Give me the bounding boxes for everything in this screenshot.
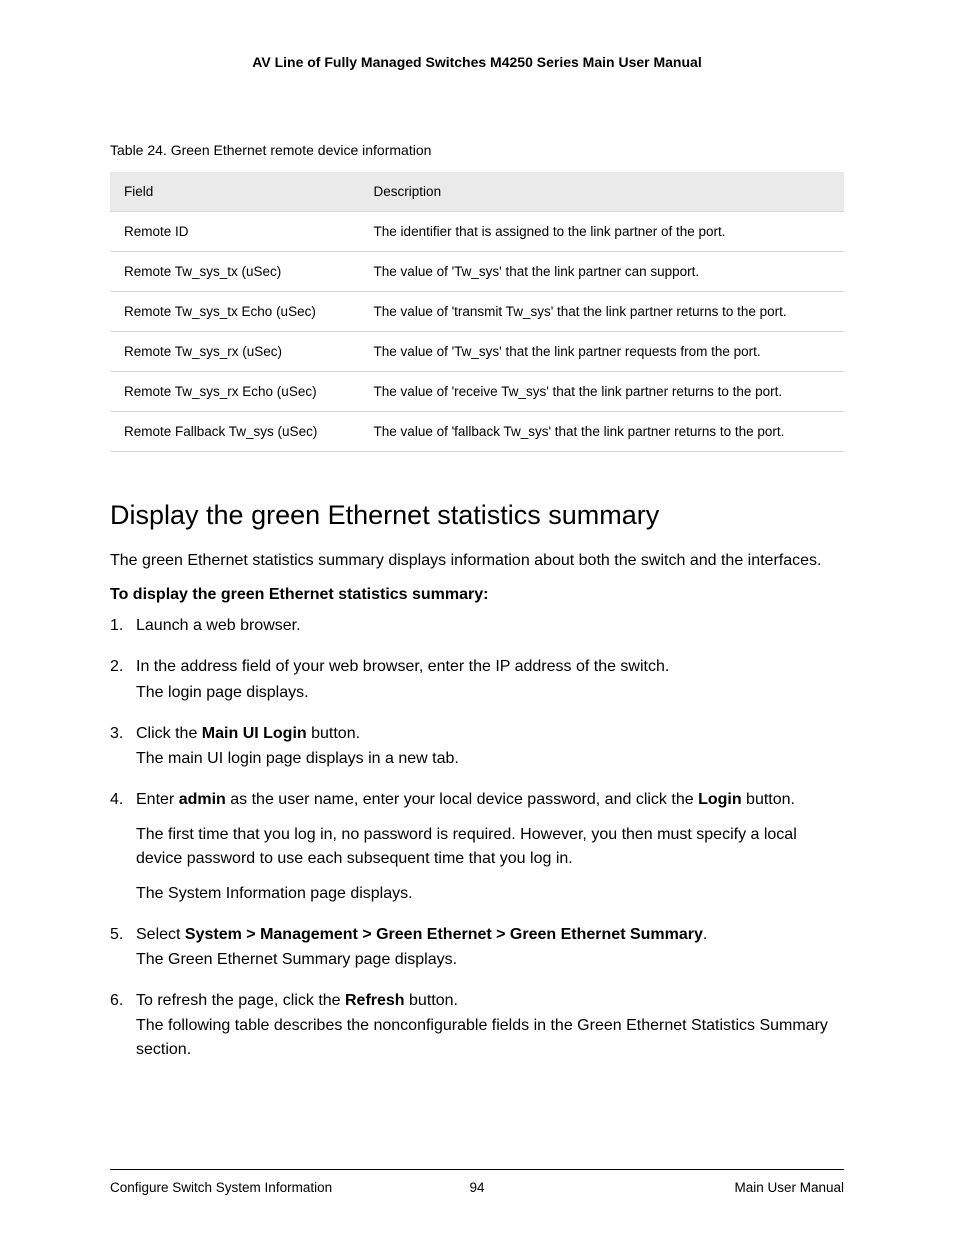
cell-desc: The value of 'transmit Tw_sys' that the … [360,292,844,332]
cell-field: Remote Tw_sys_rx (uSec) [110,332,360,372]
text-fragment: Enter [136,791,179,808]
step-text: In the address field of your web browser… [136,655,844,678]
cell-field: Remote Tw_sys_tx (uSec) [110,252,360,292]
text-fragment: Click the [136,725,202,742]
bold-text: Login [698,791,742,808]
procedure-heading: To display the green Ethernet statistics… [110,586,844,604]
page-number: 94 [110,1180,844,1195]
device-info-table: Field Description Remote IDThe identifie… [110,172,844,452]
step-subtext: The login page displays. [136,681,844,704]
step-5: Select System > Management > Green Ether… [110,923,844,971]
bold-text: admin [179,791,226,808]
text-fragment: Select [136,926,185,943]
step-text: Select System > Management > Green Ether… [136,923,844,946]
cell-field: Remote Tw_sys_tx Echo (uSec) [110,292,360,332]
step-1: Launch a web browser. [110,614,844,637]
text-fragment: button. [742,791,795,808]
step-subtext: The following table describes the noncon… [136,1014,844,1060]
step-text: To refresh the page, click the Refresh b… [136,989,844,1012]
cell-field: Remote Tw_sys_rx Echo (uSec) [110,372,360,412]
section-intro: The green Ethernet statistics summary di… [110,549,844,572]
step-subtext: The main UI login page displays in a new… [136,747,844,770]
cell-field: Remote Fallback Tw_sys (uSec) [110,412,360,452]
cell-desc: The value of 'fallback Tw_sys' that the … [360,412,844,452]
text-fragment: as the user name, enter your local devic… [226,791,698,808]
step-text: Enter admin as the user name, enter your… [136,788,844,811]
step-text: Click the Main UI Login button. [136,722,844,745]
text-fragment: button. [405,992,458,1009]
table-row: Remote Tw_sys_rx Echo (uSec)The value of… [110,372,844,412]
step-text: Launch a web browser. [136,614,844,637]
bold-text: Main UI Login [202,725,307,742]
text-fragment: button. [307,725,360,742]
table-row: Remote IDThe identifier that is assigned… [110,212,844,252]
page-footer: 94 Configure Switch System Information M… [110,1169,844,1195]
bold-text: Refresh [345,992,405,1009]
table-header-field: Field [110,172,360,212]
table-row: Remote Tw_sys_tx (uSec)The value of 'Tw_… [110,252,844,292]
text-fragment: To refresh the page, click the [136,992,345,1009]
cell-desc: The identifier that is assigned to the l… [360,212,844,252]
document-header: AV Line of Fully Managed Switches M4250 … [110,54,844,70]
step-paragraph: The first time that you log in, no passw… [136,823,844,869]
cell-field: Remote ID [110,212,360,252]
table-header-description: Description [360,172,844,212]
step-6: To refresh the page, click the Refresh b… [110,989,844,1061]
cell-desc: The value of 'Tw_sys' that the link part… [360,252,844,292]
cell-desc: The value of 'Tw_sys' that the link part… [360,332,844,372]
bold-text: System > Management > Green Ethernet > G… [185,926,703,943]
step-3: Click the Main UI Login button. The main… [110,722,844,770]
step-subtext: The Green Ethernet Summary page displays… [136,948,844,971]
table-row: Remote Fallback Tw_sys (uSec)The value o… [110,412,844,452]
step-2: In the address field of your web browser… [110,655,844,703]
table-caption: Table 24. Green Ethernet remote device i… [110,142,844,158]
table-row: Remote Tw_sys_rx (uSec)The value of 'Tw_… [110,332,844,372]
procedure-steps: Launch a web browser. In the address fie… [110,614,844,1061]
table-row: Remote Tw_sys_tx Echo (uSec)The value of… [110,292,844,332]
step-paragraph: The System Information page displays. [136,882,844,905]
step-4: Enter admin as the user name, enter your… [110,788,844,905]
cell-desc: The value of 'receive Tw_sys' that the l… [360,372,844,412]
section-heading: Display the green Ethernet statistics su… [110,500,844,531]
text-fragment: . [703,926,707,943]
